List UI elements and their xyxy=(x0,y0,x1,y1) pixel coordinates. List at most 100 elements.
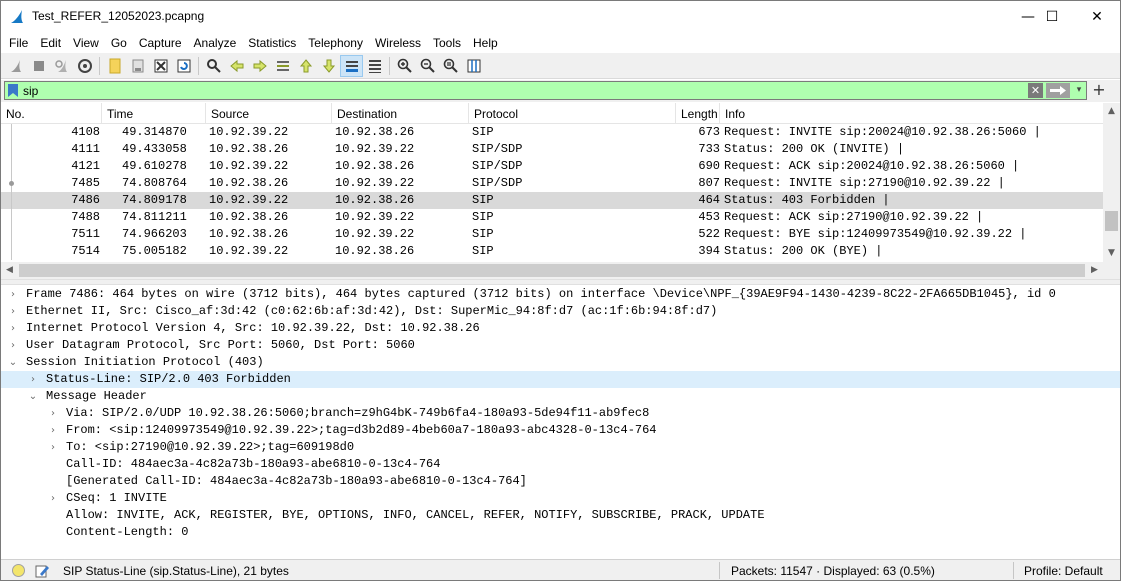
restart-capture-icon[interactable] xyxy=(50,55,73,77)
detail-row[interactable]: › Ethernet II, Src: Cisco_af:3d:42 (c0:62… xyxy=(1,303,1120,320)
maximize-button[interactable]: ☐ xyxy=(1029,1,1075,32)
scroll-down-icon[interactable]: ▼ xyxy=(1103,245,1120,262)
menu-wireless[interactable]: Wireless xyxy=(369,36,427,50)
packet-row[interactable]: 7486 74.809178 10.92.39.22 10.92.38.26 SIP 46… xyxy=(1,192,1103,209)
scroll-up-icon[interactable]: ▲ xyxy=(1103,103,1120,120)
detail-row[interactable]: Content-Length: 0 xyxy=(1,524,1120,541)
packet-row[interactable]: 7488 74.811211 10.92.38.26 10.92.39.22 SIP 45… xyxy=(1,209,1103,226)
stop-capture-icon[interactable] xyxy=(27,55,50,77)
scroll-left-icon[interactable]: ◀ xyxy=(1,262,18,279)
start-capture-icon[interactable] xyxy=(4,55,27,77)
filter-history-chevron-icon[interactable]: ▾ xyxy=(1073,83,1085,98)
packet-row[interactable]: 4121 49.610278 10.92.39.22 10.92.38.26 SIP/S… xyxy=(1,158,1103,175)
colorize-icon[interactable] xyxy=(363,55,386,77)
packet-row[interactable]: 7511 74.966203 10.92.38.26 10.92.39.22 SIP 52… xyxy=(1,226,1103,243)
menu-bar: File Edit View Go Capture Analyze Statistics Te… xyxy=(1,32,1120,53)
menu-file[interactable]: File xyxy=(3,36,34,50)
bookmark-icon[interactable] xyxy=(7,83,19,98)
capture-options-icon[interactable] xyxy=(73,55,96,77)
expand-chevron-icon[interactable]: › xyxy=(47,405,59,422)
detail-row[interactable]: › From: <sip:12409973549@10.92.39.22>;tag… xyxy=(1,422,1120,439)
capture-comment-icon[interactable] xyxy=(34,563,50,579)
menu-view[interactable]: View xyxy=(67,36,105,50)
menu-edit[interactable]: Edit xyxy=(34,36,67,50)
go-to-packet-icon[interactable] xyxy=(271,55,294,77)
menu-help[interactable]: Help xyxy=(467,36,504,50)
detail-row[interactable]: Allow: INVITE, ACK, REGISTER, BYE, OPTIO… xyxy=(1,507,1120,524)
close-button[interactable]: ✕ xyxy=(1074,1,1120,32)
column-header-no[interactable]: No. xyxy=(1,103,102,124)
detail-row[interactable]: › Frame 7486: 464 bytes on wire (3712 bit… xyxy=(1,286,1120,303)
packet-row[interactable]: 4108 49.314870 10.92.39.22 10.92.38.26 SIP 67… xyxy=(1,124,1103,141)
status-profile[interactable]: Profile: Default xyxy=(1024,564,1103,578)
open-file-icon[interactable] xyxy=(103,55,126,77)
detail-row[interactable]: › Status-Line: SIP/2.0 403 Forbidden xyxy=(1,371,1120,388)
detail-row[interactable]: › To: <sip:27190@10.92.39.22>;tag=609198d… xyxy=(1,439,1120,456)
go-first-icon[interactable] xyxy=(294,55,317,77)
expand-chevron-icon[interactable]: › xyxy=(47,439,59,456)
column-header-source[interactable]: Source xyxy=(206,103,332,124)
detail-row[interactable]: › Internet Protocol Version 4, Src: 10.92… xyxy=(1,320,1120,337)
reload-file-icon[interactable] xyxy=(172,55,195,77)
menu-capture[interactable]: Capture xyxy=(133,36,188,50)
packet-cell-src: 10.92.39.22 xyxy=(209,159,289,173)
packet-cell-proto: SIP xyxy=(472,193,494,207)
add-filter-button[interactable]: + xyxy=(1091,80,1107,100)
expand-chevron-icon[interactable]: › xyxy=(7,320,19,337)
clear-filter-icon[interactable]: ✕ xyxy=(1028,83,1043,98)
detail-row[interactable]: ⌄ Session Initiation Protocol (403) xyxy=(1,354,1120,371)
go-last-icon[interactable] xyxy=(317,55,340,77)
menu-go[interactable]: Go xyxy=(105,36,133,50)
column-header-info[interactable]: Info xyxy=(720,103,1103,124)
packet-cell-info: Request: BYE sip:12409973549@10.92.39.22… xyxy=(724,227,1027,241)
close-file-icon[interactable] xyxy=(149,55,172,77)
scroll-right-icon[interactable]: ▶ xyxy=(1086,262,1103,279)
column-header-protocol[interactable]: Protocol xyxy=(469,103,676,124)
expert-info-led-icon[interactable] xyxy=(12,564,25,577)
collapse-chevron-icon[interactable]: ⌄ xyxy=(7,354,19,371)
menu-analyze[interactable]: Analyze xyxy=(188,36,243,50)
expand-chevron-icon[interactable]: › xyxy=(47,490,59,507)
menu-telephony[interactable]: Telephony xyxy=(302,36,369,50)
expand-chevron-icon[interactable]: › xyxy=(7,337,19,354)
packet-row[interactable]: 4111 49.433058 10.92.38.26 10.92.39.22 SIP/S… xyxy=(1,141,1103,158)
expand-chevron-icon[interactable]: › xyxy=(7,286,19,303)
go-forward-icon[interactable] xyxy=(248,55,271,77)
find-packet-icon[interactable] xyxy=(202,55,225,77)
expand-chevron-icon[interactable]: › xyxy=(7,303,19,320)
detail-row[interactable]: ⌄ Message Header xyxy=(1,388,1120,405)
resize-columns-icon[interactable] xyxy=(462,55,485,77)
menu-statistics[interactable]: Statistics xyxy=(242,36,302,50)
detail-row[interactable]: › Via: SIP/2.0/UDP 10.92.38.26:5060;branc… xyxy=(1,405,1120,422)
detail-row[interactable]: › CSeq: 1 INVITE xyxy=(1,490,1120,507)
zoom-out-icon[interactable] xyxy=(416,55,439,77)
display-filter-input[interactable] xyxy=(23,83,1023,98)
scroll-thumb[interactable] xyxy=(19,264,1085,277)
expand-chevron-icon[interactable]: › xyxy=(47,422,59,439)
scroll-thumb[interactable] xyxy=(1105,211,1118,231)
auto-scroll-icon[interactable] xyxy=(340,54,363,77)
packet-list-vertical-scrollbar[interactable]: ▲ ▼ xyxy=(1103,103,1120,262)
column-header-destination[interactable]: Destination xyxy=(332,103,469,124)
packet-row[interactable]: 7485 74.808764 10.92.38.26 10.92.39.22 SIP/S… xyxy=(1,175,1103,192)
column-header-length[interactable]: Length xyxy=(676,103,720,124)
go-back-icon[interactable] xyxy=(225,55,248,77)
zoom-normal-icon[interactable] xyxy=(439,55,462,77)
zoom-in-icon[interactable] xyxy=(393,55,416,77)
expand-chevron-icon[interactable]: › xyxy=(27,371,39,388)
collapse-chevron-icon[interactable]: ⌄ xyxy=(27,388,39,405)
detail-row[interactable]: Call-ID: 484aec3a-4c82a73b-180a93-abe681… xyxy=(1,456,1120,473)
menu-tools[interactable]: Tools xyxy=(427,36,467,50)
apply-filter-arrow-icon[interactable] xyxy=(1046,83,1070,98)
save-file-icon[interactable] xyxy=(126,55,149,77)
packet-row[interactable]: 7514 75.005182 10.92.39.22 10.92.38.26 SIP 39… xyxy=(1,243,1103,260)
scroll-corner xyxy=(1103,262,1120,279)
packet-cell-proto: SIP/SDP xyxy=(472,159,523,173)
detail-row[interactable]: › User Datagram Protocol, Src Port: 5060,… xyxy=(1,337,1120,354)
packet-cell-time: 74.809178 xyxy=(122,193,187,207)
packet-list-horizontal-scrollbar[interactable]: ◀ ▶ xyxy=(1,262,1103,279)
column-header-time[interactable]: Time xyxy=(102,103,206,124)
packet-cell-src: 10.92.39.22 xyxy=(209,244,289,258)
toolbar-separator xyxy=(99,56,100,75)
detail-row[interactable]: [Generated Call-ID: 484aec3a-4c82a73b-18… xyxy=(1,473,1120,490)
